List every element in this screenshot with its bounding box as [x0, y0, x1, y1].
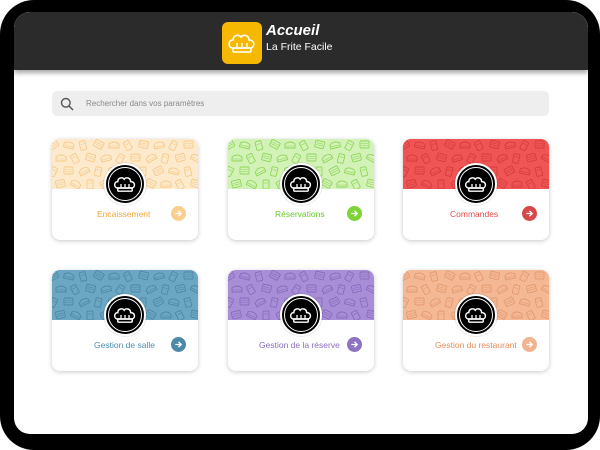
chef-hat-icon — [108, 167, 142, 201]
chef-hat-icon — [459, 167, 493, 201]
card-label: Réservations — [275, 209, 325, 219]
arrow-right-icon[interactable] — [522, 206, 537, 221]
card-badge — [455, 163, 497, 205]
settings-card[interactable]: Réservations — [228, 139, 374, 240]
app-screen: Accueil La Frite Facile Encaissem — [14, 12, 588, 434]
card-badge — [280, 163, 322, 205]
app-logo[interactable] — [222, 22, 262, 64]
header-titles: Accueil La Frite Facile — [266, 22, 333, 54]
settings-card[interactable]: Gestion de salle — [52, 270, 198, 371]
header-bar: Accueil La Frite Facile — [14, 12, 588, 70]
card-label: Gestion du restaurant — [435, 340, 517, 350]
tablet-frame: Accueil La Frite Facile Encaissem — [0, 0, 600, 450]
card-badge — [104, 163, 146, 205]
settings-card[interactable]: Gestion de la réserve — [228, 270, 374, 371]
settings-card[interactable]: Commandes — [403, 139, 549, 240]
search-bar[interactable] — [52, 91, 549, 116]
arrow-right-icon[interactable] — [347, 206, 362, 221]
chef-hat-icon — [284, 167, 318, 201]
arrow-right-icon[interactable] — [171, 337, 186, 352]
page-title: Accueil — [266, 22, 320, 39]
chef-hat-icon — [108, 298, 142, 332]
chef-hat-icon — [459, 298, 493, 332]
card-label: Gestion de la réserve — [259, 340, 340, 350]
app-name: La Frite Facile — [266, 41, 333, 53]
search-input[interactable] — [86, 99, 486, 108]
arrow-right-icon[interactable] — [522, 337, 537, 352]
settings-card[interactable]: Encaissement — [52, 139, 198, 240]
card-badge — [104, 294, 146, 336]
card-label: Encaissement — [97, 209, 151, 219]
card-badge — [280, 294, 322, 336]
search-icon — [60, 97, 74, 111]
settings-card[interactable]: Gestion du restaurant — [403, 270, 549, 371]
chef-hat-icon — [284, 298, 318, 332]
card-badge — [455, 294, 497, 336]
arrow-right-icon[interactable] — [347, 337, 362, 352]
card-label: Gestion de salle — [94, 340, 155, 350]
chef-hat-icon — [228, 34, 255, 53]
arrow-right-icon[interactable] — [171, 206, 186, 221]
card-label: Commandes — [450, 209, 499, 219]
